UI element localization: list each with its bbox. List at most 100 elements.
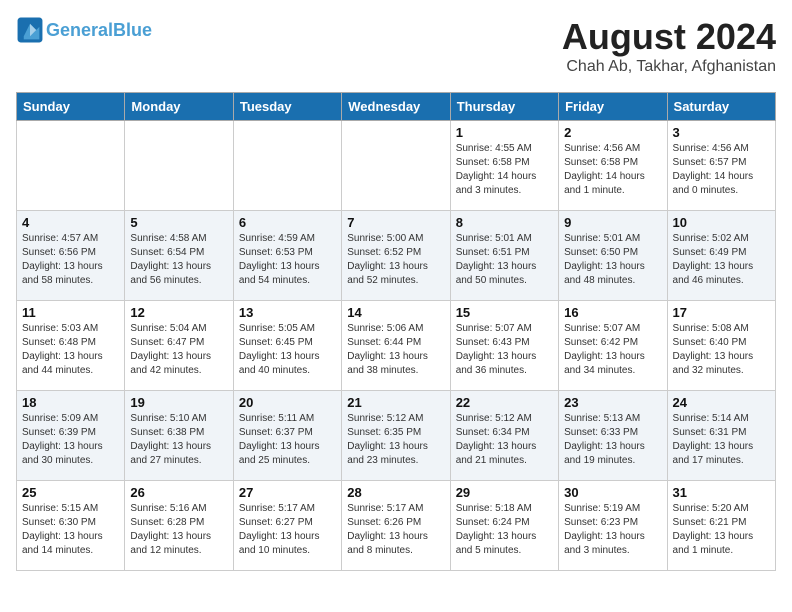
calendar-cell: 27 Sunrise: 5:17 AM Sunset: 6:27 PM Dayli… [233,481,341,571]
calendar-cell: 3Sunrise: 4:56 AM Sunset: 6:57 PM Daylig… [667,121,775,211]
week-row-4: 18Sunrise: 5:09 AM Sunset: 6:39 PM Dayli… [17,391,776,481]
calendar-cell [233,121,341,211]
day-number: 4 [22,215,119,230]
day-info: Sunrise: 5:04 AM Sunset: 6:47 PM Dayligh… [130,322,227,378]
calendar-cell: 12 Sunrise: 5:04 AM Sunset: 6:47 PM Dayli… [125,301,233,391]
calendar-cell [342,121,450,211]
day-info: Sunrise: 5:12 AM Sunset: 6:34 PM Dayligh… [456,412,553,468]
day-info: Sunrise: 5:01 AM Sunset: 6:51 PM Dayligh… [456,232,553,288]
day-info: Sunrise: 5:13 AM Sunset: 6:33 PM Dayligh… [564,412,661,468]
calendar-cell: 14 Sunrise: 5:06 AM Sunset: 6:44 PM Dayli… [342,301,450,391]
calendar-cell: 5Sunrise: 4:58 AM Sunset: 6:54 PM Daylig… [125,211,233,301]
calendar-cell: 26 Sunrise: 5:16 AM Sunset: 6:28 PM Dayli… [125,481,233,571]
day-number: 19 [130,395,227,410]
day-info: Sunrise: 5:02 AM Sunset: 6:49 PM Dayligh… [673,232,770,288]
day-info: Sunrise: 5:08 AM Sunset: 6:40 PM Dayligh… [673,322,770,378]
day-info: Sunrise: 4:55 AM Sunset: 6:58 PM Dayligh… [456,142,553,198]
day-number: 12 [130,305,227,320]
day-info: Sunrise: 4:56 AM Sunset: 6:57 PM Dayligh… [673,142,770,198]
day-number: 6 [239,215,336,230]
header-saturday: Saturday [667,93,775,121]
day-number: 30 [564,485,661,500]
day-info: Sunrise: 5:00 AM Sunset: 6:52 PM Dayligh… [347,232,444,288]
week-row-2: 4 Sunrise: 4:57 AM Sunset: 6:56 PM Daylig… [17,211,776,301]
month-year: August 2024 [562,16,776,58]
day-info: Sunrise: 5:12 AM Sunset: 6:35 PM Dayligh… [347,412,444,468]
calendar-cell: 7 Sunrise: 5:00 AM Sunset: 6:52 PM Daylig… [342,211,450,301]
day-info: Sunrise: 4:58 AM Sunset: 6:54 PM Dayligh… [130,232,227,288]
calendar-cell: 8 Sunrise: 5:01 AM Sunset: 6:51 PM Daylig… [450,211,558,301]
day-info: Sunrise: 5:17 AM Sunset: 6:27 PM Dayligh… [239,502,336,558]
day-info: Sunrise: 5:03 AM Sunset: 6:48 PM Dayligh… [22,322,119,378]
day-number: 8 [456,215,553,230]
day-number: 26 [130,485,227,500]
day-number: 21 [347,395,444,410]
calendar-cell: 20 Sunrise: 5:11 AM Sunset: 6:37 PM Dayli… [233,391,341,481]
day-info: Sunrise: 5:11 AM Sunset: 6:37 PM Dayligh… [239,412,336,468]
header-thursday: Thursday [450,93,558,121]
calendar-cell: 28Sunrise: 5:17 AM Sunset: 6:26 PM Dayli… [342,481,450,571]
day-number: 23 [564,395,661,410]
week-row-1: 1 Sunrise: 4:55 AM Sunset: 6:58 PM Daylig… [17,121,776,211]
day-info: Sunrise: 5:19 AM Sunset: 6:23 PM Dayligh… [564,502,661,558]
day-number: 9 [564,215,661,230]
day-info: Sunrise: 5:16 AM Sunset: 6:28 PM Dayligh… [130,502,227,558]
calendar-header: SundayMondayTuesdayWednesdayThursdayFrid… [17,93,776,121]
header-sunday: Sunday [17,93,125,121]
day-info: Sunrise: 4:57 AM Sunset: 6:56 PM Dayligh… [22,232,119,288]
calendar-cell: 23 Sunrise: 5:13 AM Sunset: 6:33 PM Dayli… [559,391,667,481]
day-number: 15 [456,305,553,320]
calendar-cell: 22Sunrise: 5:12 AM Sunset: 6:34 PM Dayli… [450,391,558,481]
calendar-cell: 18Sunrise: 5:09 AM Sunset: 6:39 PM Dayli… [17,391,125,481]
calendar-cell: 24 Sunrise: 5:14 AM Sunset: 6:31 PM Dayli… [667,391,775,481]
day-number: 25 [22,485,119,500]
day-number: 2 [564,125,661,140]
day-number: 10 [673,215,770,230]
day-number: 1 [456,125,553,140]
calendar-cell: 21 Sunrise: 5:12 AM Sunset: 6:35 PM Dayli… [342,391,450,481]
calendar-cell: 13Sunrise: 5:05 AM Sunset: 6:45 PM Dayli… [233,301,341,391]
calendar-cell: 16 Sunrise: 5:07 AM Sunset: 6:42 PM Dayli… [559,301,667,391]
day-info: Sunrise: 5:07 AM Sunset: 6:43 PM Dayligh… [456,322,553,378]
calendar-cell: 1 Sunrise: 4:55 AM Sunset: 6:58 PM Daylig… [450,121,558,211]
day-number: 7 [347,215,444,230]
day-info: Sunrise: 5:20 AM Sunset: 6:21 PM Dayligh… [673,502,770,558]
day-number: 14 [347,305,444,320]
day-info: Sunrise: 5:14 AM Sunset: 6:31 PM Dayligh… [673,412,770,468]
calendar-cell: 31 Sunrise: 5:20 AM Sunset: 6:21 PM Dayli… [667,481,775,571]
top-bar: GeneralBlue August 2024 Chah Ab, Takhar,… [16,16,776,84]
calendar-cell: 2 Sunrise: 4:56 AM Sunset: 6:58 PM Daylig… [559,121,667,211]
header-tuesday: Tuesday [233,93,341,121]
calendar-cell: 15 Sunrise: 5:07 AM Sunset: 6:43 PM Dayli… [450,301,558,391]
day-number: 27 [239,485,336,500]
day-number: 24 [673,395,770,410]
calendar-cell: 6 Sunrise: 4:59 AM Sunset: 6:53 PM Daylig… [233,211,341,301]
calendar-cell: 25 Sunrise: 5:15 AM Sunset: 6:30 PM Dayli… [17,481,125,571]
day-info: Sunrise: 4:59 AM Sunset: 6:53 PM Dayligh… [239,232,336,288]
day-info: Sunrise: 5:06 AM Sunset: 6:44 PM Dayligh… [347,322,444,378]
calendar-table: SundayMondayTuesdayWednesdayThursdayFrid… [16,92,776,571]
day-number: 17 [673,305,770,320]
title-section: August 2024 Chah Ab, Takhar, Afghanistan [562,16,776,76]
day-info: Sunrise: 5:10 AM Sunset: 6:38 PM Dayligh… [130,412,227,468]
calendar-cell: 11 Sunrise: 5:03 AM Sunset: 6:48 PM Dayli… [17,301,125,391]
day-info: Sunrise: 5:07 AM Sunset: 6:42 PM Dayligh… [564,322,661,378]
calendar-cell: 9Sunrise: 5:01 AM Sunset: 6:50 PM Daylig… [559,211,667,301]
day-number: 31 [673,485,770,500]
header-wednesday: Wednesday [342,93,450,121]
calendar-cell: 19 Sunrise: 5:10 AM Sunset: 6:38 PM Dayli… [125,391,233,481]
day-number: 20 [239,395,336,410]
week-row-3: 11 Sunrise: 5:03 AM Sunset: 6:48 PM Dayli… [17,301,776,391]
day-info: Sunrise: 5:15 AM Sunset: 6:30 PM Dayligh… [22,502,119,558]
week-row-5: 25 Sunrise: 5:15 AM Sunset: 6:30 PM Dayli… [17,481,776,571]
day-number: 11 [22,305,119,320]
calendar-cell [125,121,233,211]
day-info: Sunrise: 5:09 AM Sunset: 6:39 PM Dayligh… [22,412,119,468]
location: Chah Ab, Takhar, Afghanistan [562,58,776,76]
day-number: 16 [564,305,661,320]
calendar-cell [17,121,125,211]
logo-line1: GeneralBlue [46,21,152,39]
day-info: Sunrise: 5:18 AM Sunset: 6:24 PM Dayligh… [456,502,553,558]
calendar-cell: 10 Sunrise: 5:02 AM Sunset: 6:49 PM Dayli… [667,211,775,301]
day-info: Sunrise: 4:56 AM Sunset: 6:58 PM Dayligh… [564,142,661,198]
